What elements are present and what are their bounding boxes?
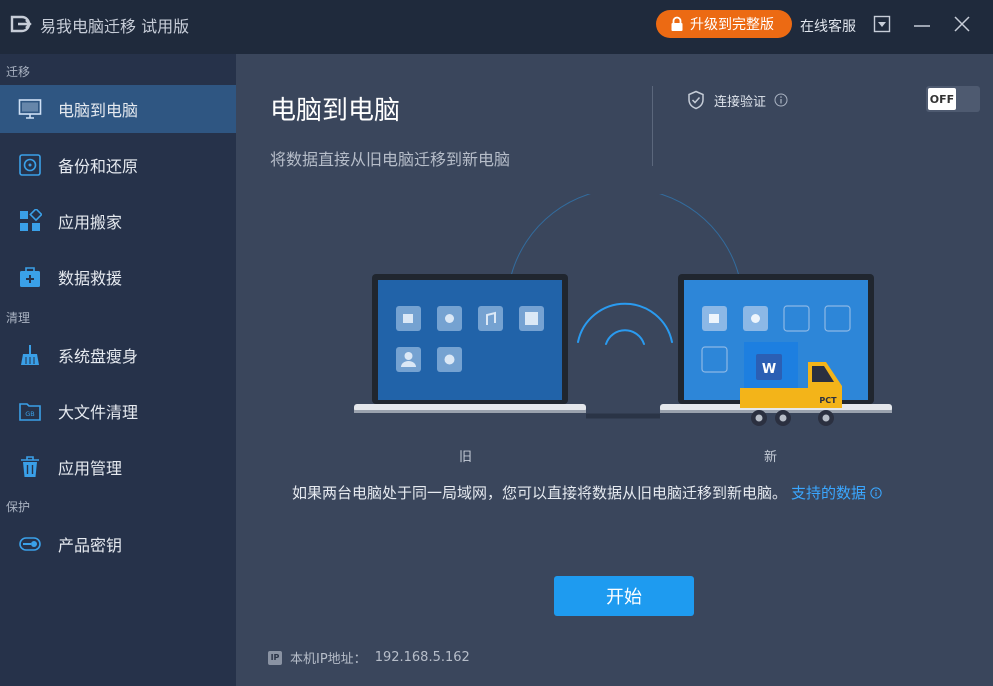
ip-value: 192.168.5.162 bbox=[374, 650, 470, 665]
trash-icon bbox=[21, 456, 39, 477]
toggle-knob: OFF bbox=[928, 88, 956, 110]
sidebar-item-product-key[interactable]: 产品密钥 bbox=[0, 520, 236, 568]
sidebar-item-data-rescue[interactable]: 数据救援 bbox=[0, 253, 236, 301]
gb-folder-icon: GB bbox=[19, 403, 41, 421]
info-line: 如果两台电脑处于同一局域网，您可以直接将数据从旧电脑迁移到新电脑。 支持的数据 bbox=[292, 482, 882, 503]
sidebar-item-label: 大文件清理 bbox=[58, 403, 139, 422]
sidebar-item-system-slim[interactable]: 系统盘瘦身 bbox=[0, 331, 236, 379]
key-icon bbox=[19, 537, 41, 551]
sidebar-item-label: 应用搬家 bbox=[58, 213, 123, 232]
sidebar-item-large-file-clean[interactable]: GB 大文件清理 bbox=[0, 387, 236, 435]
sidebar-item-label: 数据救援 bbox=[58, 269, 123, 288]
minimize-icon[interactable] bbox=[912, 14, 932, 34]
svg-text:W: W bbox=[762, 362, 776, 377]
title-bar: 易我电脑迁移 试用版 升级到完整版 在线客服 bbox=[0, 0, 993, 54]
disk-backup-icon bbox=[19, 154, 41, 176]
apps-grid-icon bbox=[20, 209, 42, 231]
rescue-kit-icon bbox=[20, 267, 40, 287]
verify-label: 连接验证 bbox=[714, 94, 767, 110]
section-label-migrate: 迁移 bbox=[6, 65, 31, 79]
start-button[interactable]: 开始 bbox=[554, 576, 694, 616]
info-icon[interactable] bbox=[870, 486, 882, 499]
ip-label: 本机IP地址： bbox=[290, 652, 367, 667]
lock-icon bbox=[671, 16, 683, 31]
dropdown-menu-icon[interactable] bbox=[872, 14, 892, 34]
old-pc-label: 旧 bbox=[459, 450, 473, 465]
sidebar-item-label: 应用管理 bbox=[58, 459, 123, 478]
svg-text:GB: GB bbox=[25, 410, 35, 418]
sidebar: 迁移 电脑到电脑 备份和还原 应用搬家 数据救援 清理 系统盘瘦身 GB 大文件… bbox=[0, 54, 236, 686]
app-title: 易我电脑迁移 试用版 bbox=[40, 17, 190, 36]
old-laptop-icon bbox=[354, 274, 586, 413]
sidebar-item-label: 系统盘瘦身 bbox=[58, 347, 139, 366]
connection-verify-toggle[interactable]: OFF bbox=[926, 86, 980, 112]
svg-text:PCT: PCT bbox=[819, 396, 837, 405]
sidebar-item-app-manage[interactable]: 应用管理 bbox=[0, 443, 236, 491]
close-icon[interactable] bbox=[952, 14, 972, 34]
divider bbox=[652, 86, 653, 166]
sidebar-item-label: 电脑到电脑 bbox=[58, 101, 139, 120]
shield-check-icon bbox=[688, 90, 704, 110]
local-ip: IP 本机IP地址： 192.168.5.162 bbox=[268, 648, 470, 667]
section-label-clean: 清理 bbox=[6, 311, 31, 325]
section-label-protect: 保护 bbox=[6, 500, 31, 514]
sidebar-item-label: 产品密钥 bbox=[58, 536, 123, 555]
sidebar-item-app-migration[interactable]: 应用搬家 bbox=[0, 197, 236, 245]
info-icon[interactable] bbox=[774, 93, 788, 107]
supported-data-link[interactable]: 支持的数据 bbox=[791, 482, 866, 503]
app-logo-icon bbox=[10, 15, 32, 33]
online-support-link[interactable]: 在线客服 bbox=[800, 16, 856, 36]
connection-verify: 连接验证 bbox=[686, 90, 788, 110]
info-text: 如果两台电脑处于同一局域网，您可以直接将数据从旧电脑迁移到新电脑。 bbox=[292, 484, 788, 502]
migration-illustration: W PCT bbox=[354, 194, 892, 426]
main-panel: 电脑到电脑 将数据直接从旧电脑迁移到新电脑 连接验证 OFF W PCT 旧 新… bbox=[236, 54, 993, 686]
upgrade-button[interactable]: 升级到完整版 bbox=[656, 10, 792, 38]
sidebar-item-backup-restore[interactable]: 备份和还原 bbox=[0, 141, 236, 189]
page-subtitle: 将数据直接从旧电脑迁移到新电脑 bbox=[270, 150, 511, 169]
upgrade-label: 升级到完整版 bbox=[690, 17, 774, 33]
new-pc-label: 新 bbox=[764, 450, 778, 465]
page-title: 电脑到电脑 bbox=[270, 96, 401, 126]
monitor-icon bbox=[18, 99, 42, 119]
sidebar-item-pc-to-pc[interactable]: 电脑到电脑 bbox=[0, 85, 236, 133]
ip-icon: IP bbox=[268, 650, 282, 665]
sidebar-item-label: 备份和还原 bbox=[58, 157, 139, 176]
broom-icon bbox=[21, 345, 39, 365]
